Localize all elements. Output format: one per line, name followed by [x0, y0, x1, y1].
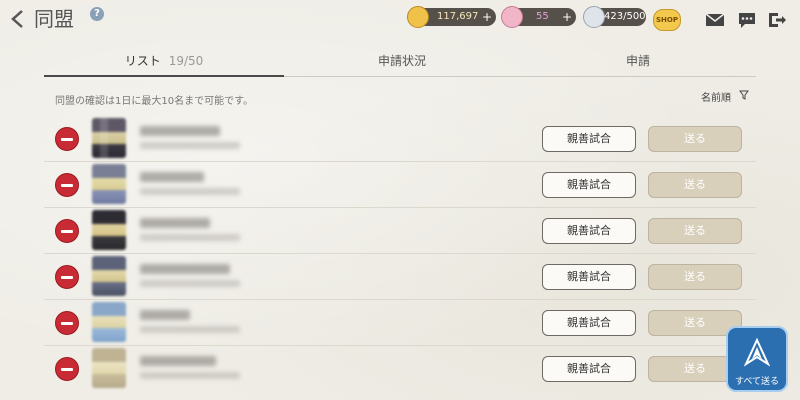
mail-icon[interactable] — [704, 10, 726, 30]
remove-member-button[interactable] — [55, 127, 79, 151]
remove-member-button[interactable] — [55, 357, 79, 381]
tab-application-status[interactable]: 申請状況 — [284, 45, 520, 77]
tab-application-label: 申請 — [625, 54, 650, 68]
list-item: 親善試合 送る — [44, 346, 756, 392]
help-icon[interactable]: ? — [90, 7, 104, 21]
page-title: 同盟 — [34, 7, 74, 31]
sort-dropdown[interactable]: 名前順 — [697, 86, 753, 106]
avatar — [92, 210, 126, 250]
tab-list-count: 19/50 — [168, 54, 204, 68]
send-button[interactable]: 送る — [648, 126, 742, 152]
tab-application[interactable]: 申請 — [520, 45, 756, 77]
friendly-match-button[interactable]: 親善試合 — [542, 356, 636, 382]
member-name-blurred — [140, 264, 230, 274]
stamina-counter: 423/500 — [583, 6, 646, 28]
stamina-value: 423/500 — [604, 11, 646, 22]
remove-member-button[interactable] — [55, 219, 79, 243]
avatar — [92, 164, 126, 204]
notice-text: 同盟の確認は1日に最大10名まで可能です。 — [55, 96, 254, 107]
logout-icon[interactable] — [766, 10, 788, 30]
shop-button[interactable]: SHOP — [653, 9, 681, 31]
gem-icon — [501, 6, 523, 28]
gem-add-button[interactable]: + — [562, 8, 572, 26]
active-tab-indicator — [44, 75, 284, 77]
heart-icon — [583, 6, 605, 28]
member-info-blurred — [140, 142, 240, 149]
gold-counter: 117,697 + — [407, 6, 496, 28]
friendly-match-button[interactable]: 親善試合 — [542, 310, 636, 336]
remove-member-button[interactable] — [55, 265, 79, 289]
member-info-blurred — [140, 326, 240, 333]
member-info-blurred — [140, 280, 240, 287]
sort-filter-icon — [739, 90, 749, 100]
avatar — [92, 118, 126, 158]
header-bar: 同盟 ? 117,697 + 55 + 423/500 SHOP — [0, 0, 800, 40]
list-item: 親善試合 送る — [44, 116, 756, 162]
send-button[interactable]: 送る — [648, 172, 742, 198]
list-item: 親善試合 送る — [44, 208, 756, 254]
list-item: 親善試合 送る — [44, 254, 756, 300]
member-name-blurred — [140, 218, 210, 228]
chat-icon[interactable] — [736, 10, 758, 30]
list-item: 親善試合 送る — [44, 300, 756, 346]
list-item: 親善試合 送る — [44, 162, 756, 208]
remove-member-button[interactable] — [55, 173, 79, 197]
member-name-blurred — [140, 126, 220, 136]
send-button[interactable]: 送る — [648, 264, 742, 290]
tab-application-status-label: 申請状況 — [377, 54, 426, 68]
tab-list-label: リスト — [124, 54, 161, 68]
send-button[interactable]: 送る — [648, 218, 742, 244]
member-name-blurred — [140, 356, 216, 366]
friendly-match-button[interactable]: 親善試合 — [542, 126, 636, 152]
gem-value: 55 — [536, 11, 549, 22]
avatar — [92, 256, 126, 296]
avatar — [92, 302, 126, 342]
remove-member-button[interactable] — [55, 311, 79, 335]
send-all-emblem-icon — [744, 338, 770, 367]
send-all-button[interactable]: すべて送る — [726, 326, 788, 392]
member-name-blurred — [140, 310, 190, 320]
friendly-match-button[interactable]: 親善試合 — [542, 172, 636, 198]
tab-list[interactable]: リスト 19/50 — [44, 45, 284, 77]
back-arrow-icon[interactable] — [8, 8, 28, 30]
gold-coin-icon — [407, 6, 429, 28]
member-name-blurred — [140, 172, 204, 182]
member-info-blurred — [140, 188, 240, 195]
gem-counter: 55 + — [501, 6, 576, 28]
friendly-match-button[interactable]: 親善試合 — [542, 264, 636, 290]
friendly-match-button[interactable]: 親善試合 — [542, 218, 636, 244]
tab-bar: リスト 19/50 申請状況 申請 — [0, 45, 800, 77]
gold-add-button[interactable]: + — [482, 8, 492, 26]
avatar — [92, 348, 126, 388]
send-all-label: すべて送る — [734, 377, 779, 387]
gold-value: 117,697 — [437, 11, 479, 22]
member-info-blurred — [140, 234, 240, 241]
member-info-blurred — [140, 372, 240, 379]
sort-label: 名前順 — [701, 93, 731, 104]
